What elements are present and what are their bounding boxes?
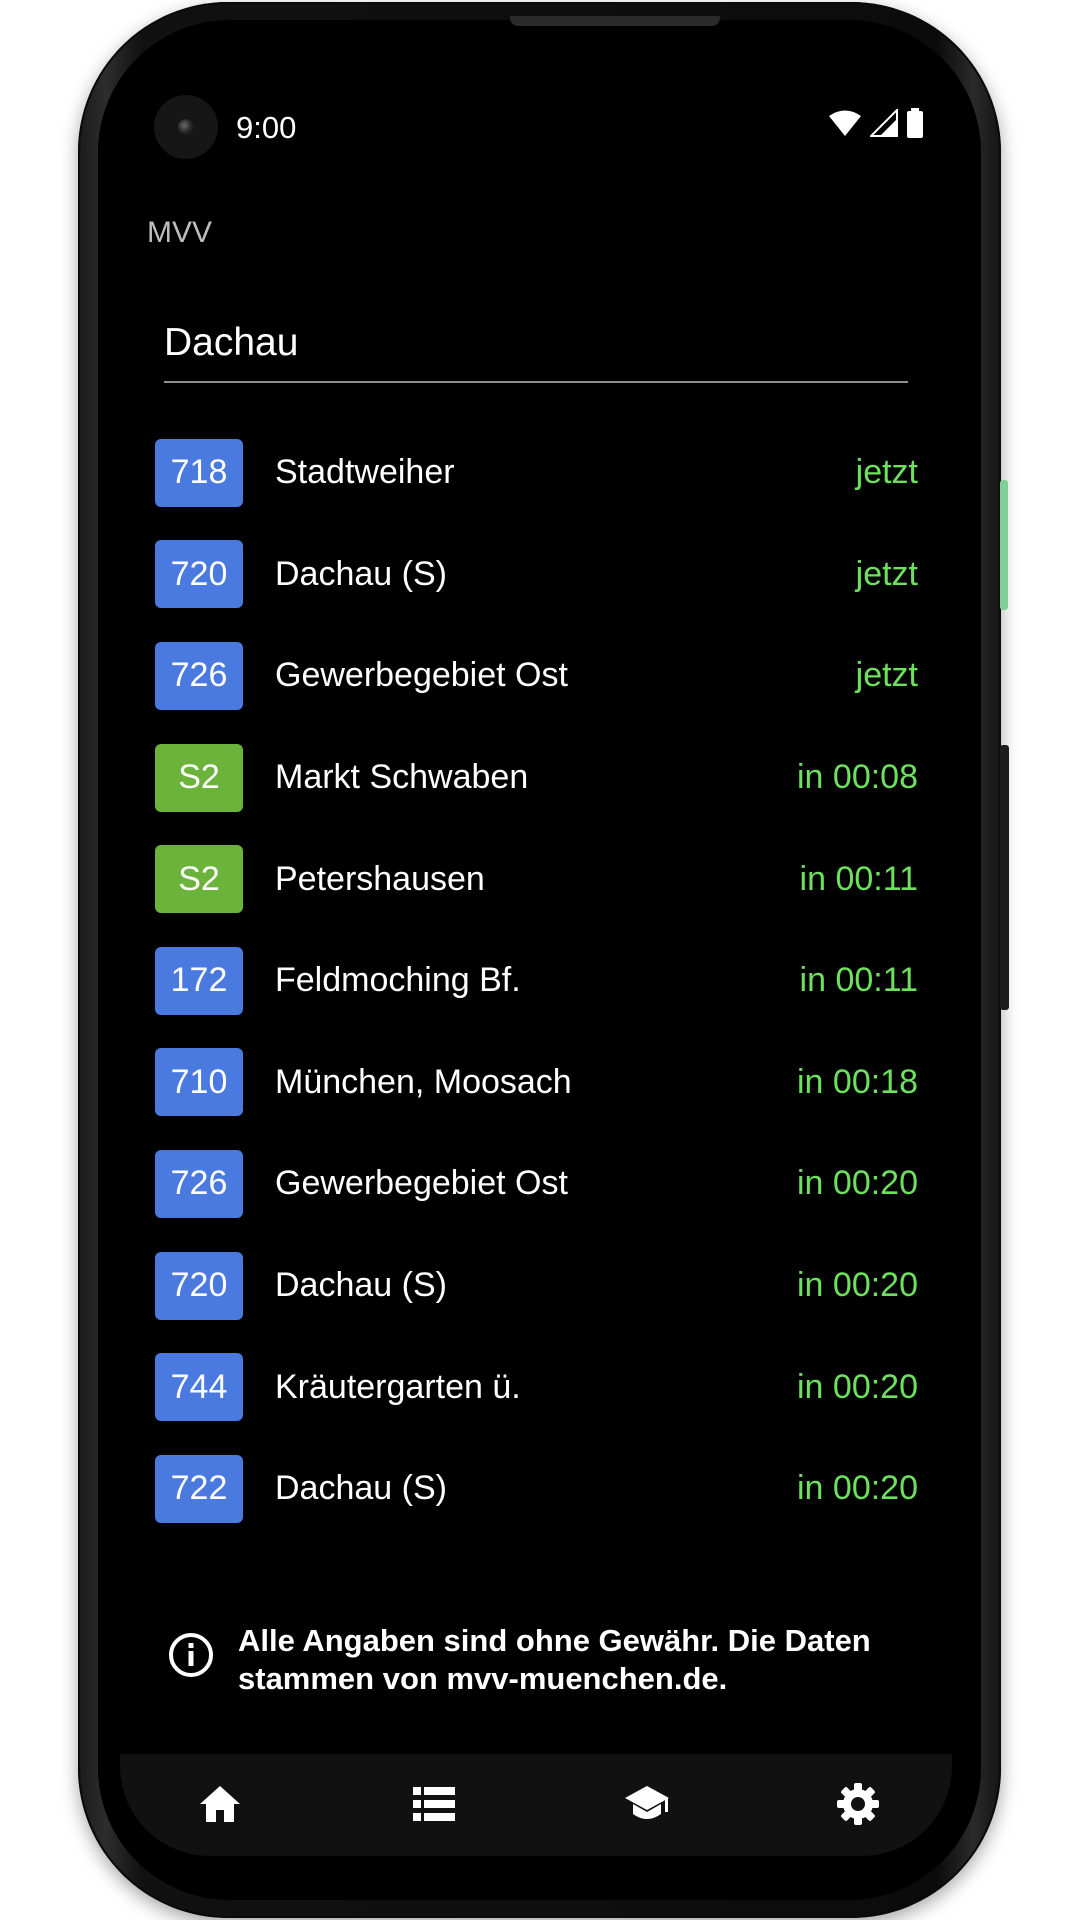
destination-label: Feldmoching Bf. xyxy=(275,961,521,1000)
destination-label: Kräutergarten ü. xyxy=(275,1367,521,1406)
nav-home[interactable] xyxy=(196,1780,244,1828)
station-search-input[interactable]: Dachau xyxy=(164,319,908,383)
station-search-value[interactable]: Dachau xyxy=(164,319,298,367)
side-button-lower xyxy=(1000,745,1009,1010)
disclaimer-line-2: stammen von mvv-muenchen.de. xyxy=(238,1661,728,1696)
departure-row[interactable]: S2 Markt Schwaben in 00:08 xyxy=(155,727,918,829)
departure-time: in 00:20 xyxy=(797,1469,918,1508)
destination-label: Dachau (S) xyxy=(275,554,447,593)
status-icons xyxy=(828,108,924,138)
camera-lens xyxy=(178,119,194,135)
nav-settings[interactable] xyxy=(834,1780,882,1828)
destination-label: München, Moosach xyxy=(275,1062,572,1101)
disclaimer-line-1: Alle Angaben sind ohne Gewähr. Die Daten xyxy=(238,1623,871,1658)
side-button-upper xyxy=(1000,480,1008,610)
departure-row[interactable]: 720 Dachau (S) jetzt xyxy=(155,524,918,626)
line-badge: 718 xyxy=(155,438,243,507)
departure-row[interactable]: 726 Gewerbegebiet Ost jetzt xyxy=(155,625,918,727)
line-badge: S2 xyxy=(155,845,243,914)
line-badge: 722 xyxy=(155,1454,243,1523)
departure-row[interactable]: 710 München, Moosach in 00:18 xyxy=(155,1032,918,1134)
destination-label: Stadtweiher xyxy=(275,453,455,492)
destination-label: Dachau (S) xyxy=(275,1469,447,1508)
app-title: MVV xyxy=(147,216,213,249)
list-icon xyxy=(413,1787,455,1821)
departure-row[interactable]: 718 Stadtweiher jetzt xyxy=(155,422,918,524)
destination-label: Dachau (S) xyxy=(275,1266,447,1305)
home-icon xyxy=(200,1786,240,1822)
line-badge: 720 xyxy=(155,540,243,609)
departure-time: in 00:20 xyxy=(797,1367,918,1406)
bottom-navigation xyxy=(120,1754,952,1856)
line-badge: 726 xyxy=(155,1149,243,1218)
departure-row[interactable]: 726 Gewerbegebiet Ost in 00:20 xyxy=(155,1133,918,1235)
app-screen: 9:00 MVV Dachau 718 Stadtweiher jetzt 720 Da… xyxy=(120,44,952,1856)
destination-label: Petershausen xyxy=(275,859,485,898)
departure-time: jetzt xyxy=(855,656,918,695)
nav-learn[interactable] xyxy=(623,1780,671,1828)
line-badge: 720 xyxy=(155,1251,243,1320)
departure-time: in 00:18 xyxy=(797,1062,918,1101)
departure-row[interactable]: 722 Dachau (S) in 00:20 xyxy=(155,1438,918,1540)
status-time: 9:00 xyxy=(236,110,297,145)
departure-time: jetzt xyxy=(855,554,918,593)
wifi-icon xyxy=(829,110,861,136)
cellular-signal-icon xyxy=(870,109,898,137)
departure-time: in 00:11 xyxy=(799,859,918,898)
disclaimer-text: Alle Angaben sind ohne Gewähr. Die Daten… xyxy=(238,1622,871,1698)
departure-row[interactable]: S2 Petershausen in 00:11 xyxy=(155,828,918,930)
line-badge: 172 xyxy=(155,946,243,1015)
line-badge: 710 xyxy=(155,1048,243,1117)
departure-row[interactable]: 744 Kräutergarten ü. in 00:20 xyxy=(155,1336,918,1438)
departure-time: in 00:11 xyxy=(799,961,918,1000)
departure-time: in 00:20 xyxy=(797,1164,918,1203)
earpiece-speaker xyxy=(510,16,720,26)
destination-label: Gewerbegebiet Ost xyxy=(275,1164,568,1203)
departure-time: in 00:08 xyxy=(797,758,918,797)
line-badge: S2 xyxy=(155,743,243,812)
settings-icon xyxy=(837,1783,879,1825)
departure-time: in 00:20 xyxy=(797,1266,918,1305)
line-badge: 744 xyxy=(155,1353,243,1422)
front-camera xyxy=(154,95,218,159)
departure-row[interactable]: 720 Dachau (S) in 00:20 xyxy=(155,1235,918,1337)
school-icon xyxy=(625,1786,669,1819)
departure-row[interactable]: 172 Feldmoching Bf. in 00:11 xyxy=(155,930,918,1032)
info-icon xyxy=(169,1633,213,1677)
battery-icon xyxy=(907,108,923,138)
departure-time: jetzt xyxy=(855,453,918,492)
destination-label: Gewerbegebiet Ost xyxy=(275,656,568,695)
destination-label: Markt Schwaben xyxy=(275,758,529,797)
nav-list[interactable] xyxy=(410,1780,458,1828)
departure-list: 718 Stadtweiher jetzt 720 Dachau (S) jetzt 726… xyxy=(155,422,918,1540)
disclaimer: Alle Angaben sind ohne Gewähr. Die Daten… xyxy=(168,1622,908,1698)
line-badge: 726 xyxy=(155,641,243,710)
